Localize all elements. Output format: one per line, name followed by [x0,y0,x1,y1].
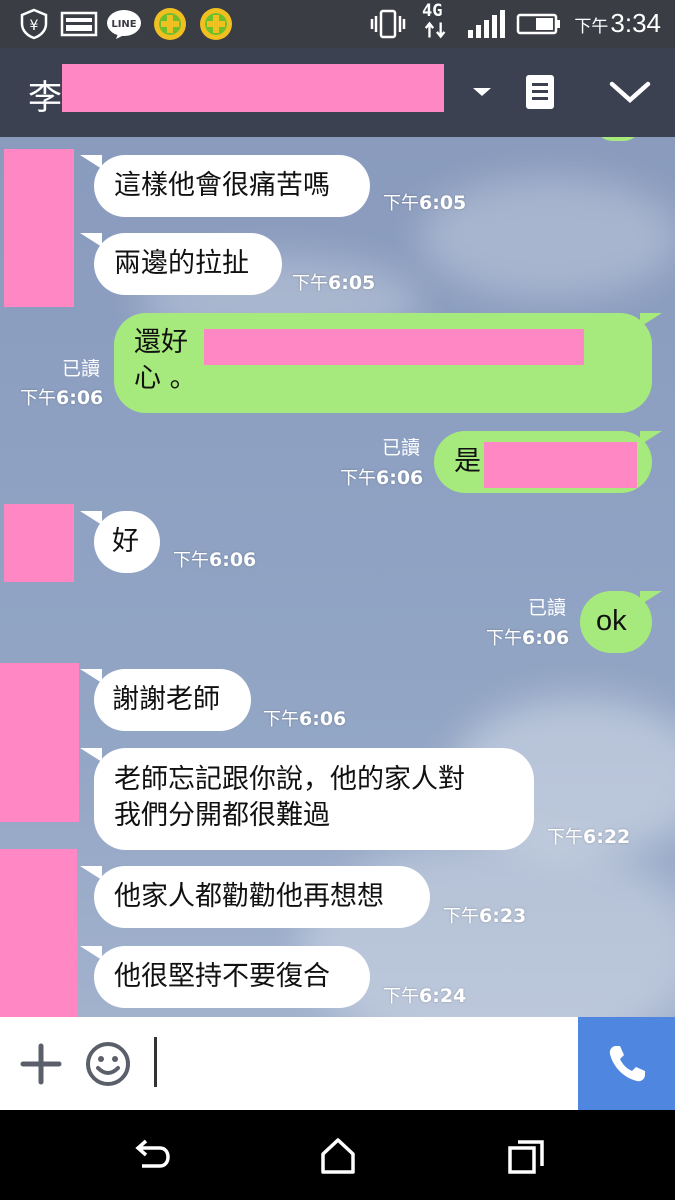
bubble-tail [80,155,102,169]
message-input[interactable] [160,1027,570,1099]
bubble-tail [80,669,102,683]
message-time: 下午6:05 [383,192,467,214]
status-bar: ¥ LINE 4G 下午3:34 [0,0,675,48]
bubble-tail [640,591,662,605]
game-icon [154,8,186,40]
shield-icon: ¥ [20,8,48,40]
battery-icon [516,13,560,35]
call-button[interactable] [578,1017,675,1110]
message-text: 好 [112,526,139,557]
clock-time: 3:34 [610,8,661,38]
svg-text:LINE: LINE [111,19,136,30]
message-text: 謝謝老師 [112,684,220,715]
clock-ampm: 下午 [574,17,609,36]
message-time: 下午6:23 [443,905,527,927]
read-receipt: 已讀 [62,358,101,380]
back-icon[interactable] [132,1138,172,1174]
bubble-tail [80,748,102,762]
bubble-tail [640,313,662,327]
emoji-icon[interactable] [84,1040,132,1088]
system-nav-bar [0,1110,675,1200]
input-bar [0,1017,675,1110]
message-bubble-incoming[interactable]: 他很堅持不要復合 [94,946,370,1008]
message-time: 下午6:22 [547,826,631,848]
network-indicator: 4G [422,2,458,46]
network-label: 4G [422,1,443,21]
bubble-tail [80,511,102,525]
message-bubble-incoming[interactable]: 老師忘記跟你說，他的家人對 我們分開都很難過 [94,748,534,850]
clock: 下午3:34 [574,8,661,39]
message-time: 下午6:24 [383,985,467,1007]
redacted-avatar [0,849,77,1017]
message-bubble-incoming[interactable]: 這樣他會很痛苦嗎 [94,155,370,217]
vibrate-icon [370,9,406,39]
message-time: 下午6:06 [486,627,570,649]
message-time: 下午6:06 [20,387,104,409]
dropdown-icon[interactable] [470,84,494,100]
game-icon [200,8,232,40]
message-bubble-incoming[interactable]: 好 [94,511,160,573]
home-icon[interactable] [318,1136,358,1176]
redacted-avatar [0,663,79,822]
gallery-icon [60,11,98,37]
message-time: 下午6:06 [173,549,257,571]
recents-icon[interactable] [506,1138,546,1176]
redacted-text [204,329,584,365]
bubble-tail [640,431,662,445]
bubble-tail [80,233,102,247]
message-bubble-incoming[interactable]: 兩邊的拉扯 [94,233,282,295]
redacted-avatar [4,149,74,307]
message-time: 下午6:05 [292,272,376,294]
redacted-name [62,64,444,112]
message-text: 這樣他會很痛苦嗎 [114,170,330,201]
message-time: 下午6:06 [340,467,424,489]
collapse-icon[interactable] [608,78,652,106]
message-bubble-incoming[interactable]: 謝謝老師 [94,669,251,731]
message-text: 兩邊的拉扯 [114,248,249,279]
message-time: 下午6:06 [263,708,347,730]
message-text: ok [596,605,627,637]
phone-icon [609,1046,645,1082]
message-text: 他很堅持不要復合 [114,961,330,992]
message-bubble-incoming[interactable]: 他家人都勸勸他再想想 [94,866,430,928]
bubble-tail [80,946,102,960]
signal-icon [468,10,505,38]
redacted-text [484,442,637,488]
message-text-line2: 我們分開都很難過 [114,800,330,831]
svg-text:¥: ¥ [30,18,39,34]
redacted-avatar [4,504,74,582]
notes-icon[interactable] [524,73,556,111]
message-text: 他家人都勸勸他再想想 [114,881,384,912]
chat-title[interactable]: 李 [28,70,62,119]
line-icon: LINE [107,10,141,39]
read-receipt: 已讀 [528,597,567,619]
plus-icon[interactable] [20,1043,62,1085]
read-receipt: 已讀 [382,437,421,459]
chat-area[interactable]: 這樣他會很痛苦嗎 下午6:05 兩邊的拉扯 下午6:05 已讀 下午6:06 還… [0,137,675,1017]
message-text-line2: 心 。 [134,363,197,394]
message-text-line1: 老師忘記跟你說，他的家人對 [114,764,465,795]
text-cursor [154,1037,157,1087]
partial-bubble [596,137,640,141]
data-arrows-icon [424,21,446,39]
bubble-tail [80,866,102,880]
chat-header: 李 [0,48,675,137]
message-text: 是 [454,446,481,477]
